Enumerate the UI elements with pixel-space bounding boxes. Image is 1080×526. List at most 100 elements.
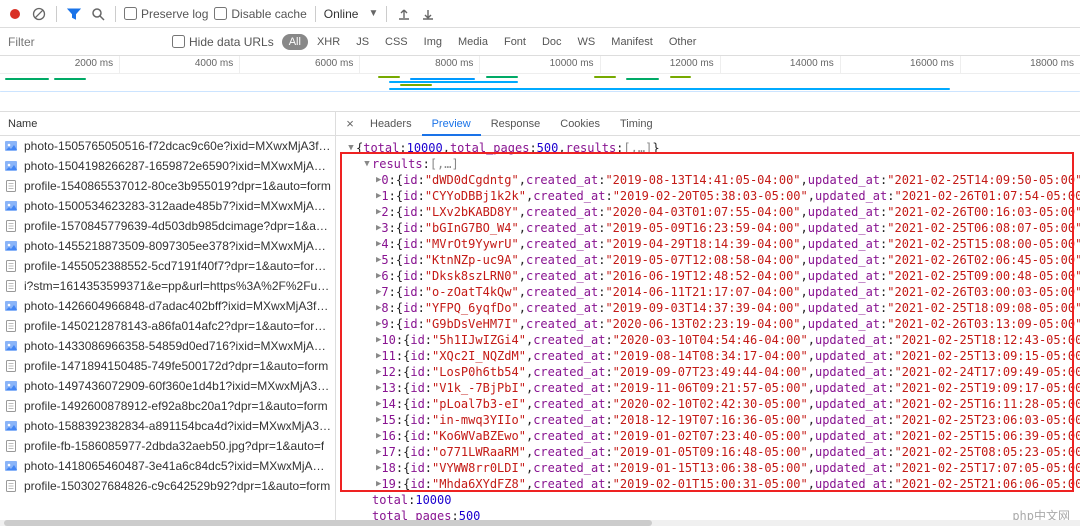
json-array-item[interactable]: 6: {id: "Dksk8szLRN0", created_at: "2016… <box>346 268 1080 284</box>
json-array-item[interactable]: 10: {id: "5h1IJwIZGi4", created_at: "202… <box>346 332 1080 348</box>
request-row[interactable]: photo-1418065460487-3e41a6c84dc5?ixid=MX… <box>0 456 335 476</box>
tick: 14000 ms <box>720 56 840 73</box>
tick: 18000 ms <box>960 56 1080 73</box>
expand-icon[interactable] <box>346 140 356 156</box>
tick: 4000 ms <box>119 56 239 73</box>
request-row[interactable]: photo-1505765050516-f72dcac9c60e?ixid=MX… <box>0 136 335 156</box>
filter-icon[interactable] <box>65 5 83 23</box>
document-file-icon <box>4 319 18 333</box>
disable-cache-checkbox[interactable]: Disable cache <box>214 7 306 21</box>
json-array-item[interactable]: 12: {id: "LosP0h6tb54", created_at: "201… <box>346 364 1080 380</box>
request-name: i?stm=1614353599371&e=pp&url=https%3A%2F… <box>24 279 331 293</box>
request-row[interactable]: profile-1492600878912-ef92a8bc20a1?dpr=1… <box>0 396 335 416</box>
throttle-select[interactable]: Online▼ <box>324 7 379 21</box>
json-array-item[interactable]: 9: {id: "G9bDsVeHM7I", created_at: "2020… <box>346 316 1080 332</box>
json-array-item[interactable]: 11: {id: "XQc2I_NQZdM", created_at: "201… <box>346 348 1080 364</box>
json-array-item[interactable]: 0: {id: "dWD0dCgdntg", created_at: "2019… <box>346 172 1080 188</box>
waterfall-bars <box>0 74 1080 110</box>
tab-headers[interactable]: Headers <box>360 112 422 136</box>
document-file-icon <box>4 279 18 293</box>
close-icon[interactable]: × <box>340 116 360 131</box>
request-row[interactable]: profile-1540865537012-80ce3b955019?dpr=1… <box>0 176 335 196</box>
upload-icon[interactable] <box>395 5 413 23</box>
json-preview[interactable]: {total: 10000, total_pages: 500, results… <box>336 136 1080 520</box>
json-array-item[interactable]: 14: {id: "pLoal7b3-eI", created_at: "202… <box>346 396 1080 412</box>
pill-css[interactable]: CSS <box>378 34 415 50</box>
json-array-item[interactable]: 15: {id: "in-mwq3YIIo", created_at: "201… <box>346 412 1080 428</box>
request-row[interactable]: profile-1471894150485-749fe500172d?dpr=1… <box>0 356 335 376</box>
json-array-item[interactable]: 3: {id: "bGInG7BO_W4", created_at: "2019… <box>346 220 1080 236</box>
tick: 8000 ms <box>359 56 479 73</box>
request-name: profile-1570845779639-4d503db985dcimage?… <box>24 219 331 233</box>
json-array-item[interactable]: 19: {id: "Mhda6XYdFZ8", created_at: "201… <box>346 476 1080 492</box>
json-array-item[interactable]: 4: {id: "MVrOt9YywrU", created_at: "2019… <box>346 236 1080 252</box>
pill-media[interactable]: Media <box>451 34 495 50</box>
tab-cookies[interactable]: Cookies <box>550 112 610 136</box>
pill-other[interactable]: Other <box>662 34 704 50</box>
requests-list[interactable]: photo-1505765050516-f72dcac9c60e?ixid=MX… <box>0 136 335 520</box>
column-header-name[interactable]: Name <box>0 112 335 136</box>
pill-js[interactable]: JS <box>349 34 376 50</box>
hide-data-urls-checkbox[interactable]: Hide data URLs <box>172 35 274 49</box>
image-file-icon <box>4 299 18 313</box>
tab-timing[interactable]: Timing <box>610 112 663 136</box>
pill-manifest[interactable]: Manifest <box>604 34 660 50</box>
pill-xhr[interactable]: XHR <box>310 34 347 50</box>
request-row[interactable]: photo-1500534623283-312aade485b7?ixid=MX… <box>0 196 335 216</box>
waterfall-overview[interactable]: 2000 ms 4000 ms 6000 ms 8000 ms 10000 ms… <box>0 56 1080 112</box>
json-array-item[interactable]: 7: {id: "o-zOatT4kQw", created_at: "2014… <box>346 284 1080 300</box>
json-root[interactable]: {total: 10000, total_pages: 500, results… <box>346 140 1080 156</box>
document-file-icon <box>4 259 18 273</box>
request-row[interactable]: photo-1504198266287-1659872e6590?ixid=MX… <box>0 156 335 176</box>
download-icon[interactable] <box>419 5 437 23</box>
request-row[interactable]: profile-1455052388552-5cd7191f40f7?dpr=1… <box>0 256 335 276</box>
request-row[interactable]: photo-1588392382834-a891154bca4d?ixid=MX… <box>0 416 335 436</box>
json-array-item[interactable]: 16: {id: "Ko6WVaBZEwo", created_at: "201… <box>346 428 1080 444</box>
request-row[interactable]: i?stm=1614353599371&e=pp&url=https%3A%2F… <box>0 276 335 296</box>
filter-row: Hide data URLs All XHR JS CSS Img Media … <box>0 28 1080 56</box>
record-icon[interactable] <box>6 5 24 23</box>
request-row[interactable]: photo-1433086966358-54859d0ed716?ixid=MX… <box>0 336 335 356</box>
expand-icon[interactable] <box>362 156 372 172</box>
tab-response[interactable]: Response <box>481 112 551 136</box>
search-icon[interactable] <box>89 5 107 23</box>
json-array-item[interactable]: 8: {id: "YFPQ_6yqfDo", created_at: "2019… <box>346 300 1080 316</box>
pill-font[interactable]: Font <box>497 34 533 50</box>
requests-panel: Name photo-1505765050516-f72dcac9c60e?ix… <box>0 112 336 520</box>
document-file-icon <box>4 399 18 413</box>
request-row[interactable]: photo-1426604966848-d7adac402bff?ixid=MX… <box>0 296 335 316</box>
json-array-item[interactable]: 2: {id: "LXv2bKABD8Y", created_at: "2020… <box>346 204 1080 220</box>
request-row[interactable]: profile-fb-1586085977-2dbda32aeb50.jpg?d… <box>0 436 335 456</box>
image-file-icon <box>4 419 18 433</box>
document-file-icon <box>4 439 18 453</box>
scrollbar-thumb[interactable] <box>4 520 652 526</box>
json-array-item[interactable]: 18: {id: "VYWW8rr0LDI", created_at: "201… <box>346 460 1080 476</box>
filter-input[interactable] <box>6 33 156 51</box>
request-row[interactable]: profile-1503027684826-c9c642529b92?dpr=1… <box>0 476 335 496</box>
preserve-log-label: Preserve log <box>141 7 208 21</box>
json-array-item[interactable]: 13: {id: "V1k_-7BjPbI", created_at: "201… <box>346 380 1080 396</box>
pill-all[interactable]: All <box>282 34 308 50</box>
request-name: profile-1455052388552-5cd7191f40f7?dpr=1… <box>24 259 331 273</box>
clear-icon[interactable] <box>30 5 48 23</box>
request-name: profile-1492600878912-ef92a8bc20a1?dpr=1… <box>24 399 328 413</box>
pill-img[interactable]: Img <box>417 34 449 50</box>
preserve-log-checkbox[interactable]: Preserve log <box>124 7 208 21</box>
pill-ws[interactable]: WS <box>571 34 603 50</box>
json-array-item[interactable]: 17: {id: "o771LWRaaRM", created_at: "201… <box>346 444 1080 460</box>
request-row[interactable]: photo-1497436072909-60f360e1d4b1?ixid=MX… <box>0 376 335 396</box>
horizontal-scrollbar[interactable] <box>0 520 1080 526</box>
json-array-item[interactable]: 1: {id: "CYYoDBBj1k2k", created_at: "201… <box>346 188 1080 204</box>
document-file-icon <box>4 179 18 193</box>
request-row[interactable]: profile-1570845779639-4d503db985dcimage?… <box>0 216 335 236</box>
json-results-key[interactable]: results: [,…] <box>346 156 1080 172</box>
divider <box>386 6 387 22</box>
pill-doc[interactable]: Doc <box>535 34 569 50</box>
request-row[interactable]: profile-1450212878143-a86fa014afc2?dpr=1… <box>0 316 335 336</box>
request-row[interactable]: photo-1455218873509-8097305ee378?ixid=MX… <box>0 236 335 256</box>
request-name: photo-1433086966358-54859d0ed716?ixid=MX… <box>24 339 331 353</box>
request-name: photo-1455218873509-8097305ee378?ixid=MX… <box>24 239 331 253</box>
document-file-icon <box>4 219 18 233</box>
json-array-item[interactable]: 5: {id: "KtnNZp-uc9A", created_at: "2019… <box>346 252 1080 268</box>
tab-preview[interactable]: Preview <box>422 112 481 136</box>
